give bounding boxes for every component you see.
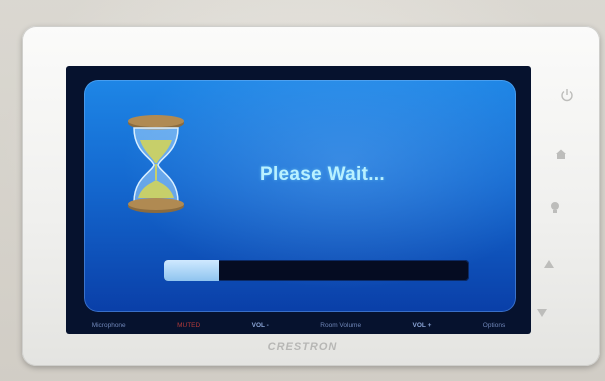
wait-dialog: Please Wait... xyxy=(84,80,516,312)
light-bulb-icon xyxy=(551,202,559,213)
footer-bar: Microphone MUTED VOL - Room Volume VOL +… xyxy=(66,316,531,334)
touch-screen[interactable]: Please Wait... Microphone MUTED VOL - Ro… xyxy=(66,66,531,334)
home-button[interactable] xyxy=(550,143,572,165)
up-button[interactable] xyxy=(538,253,560,275)
power-button[interactable] xyxy=(556,84,578,106)
progress-bar xyxy=(164,260,469,281)
power-icon xyxy=(561,89,573,102)
down-arrow-icon xyxy=(537,309,547,317)
light-button[interactable] xyxy=(544,197,566,219)
hourglass-icon xyxy=(128,115,184,213)
down-button[interactable] xyxy=(531,302,553,324)
please-wait-title: Please Wait... xyxy=(260,164,385,185)
crestron-logo: CRESTRON xyxy=(267,341,338,353)
footer-muted[interactable]: MUTED xyxy=(177,322,200,329)
footer-options[interactable]: Options xyxy=(483,322,505,329)
footer-room-volume: Room Volume xyxy=(320,321,362,329)
up-arrow-icon xyxy=(544,260,554,268)
progress-bar-fill xyxy=(164,260,219,281)
home-icon xyxy=(556,149,566,159)
footer-vol-up[interactable]: VOL + xyxy=(413,322,432,329)
footer-vol-down[interactable]: VOL - xyxy=(252,322,269,329)
footer-microphone[interactable]: Microphone xyxy=(92,322,126,329)
